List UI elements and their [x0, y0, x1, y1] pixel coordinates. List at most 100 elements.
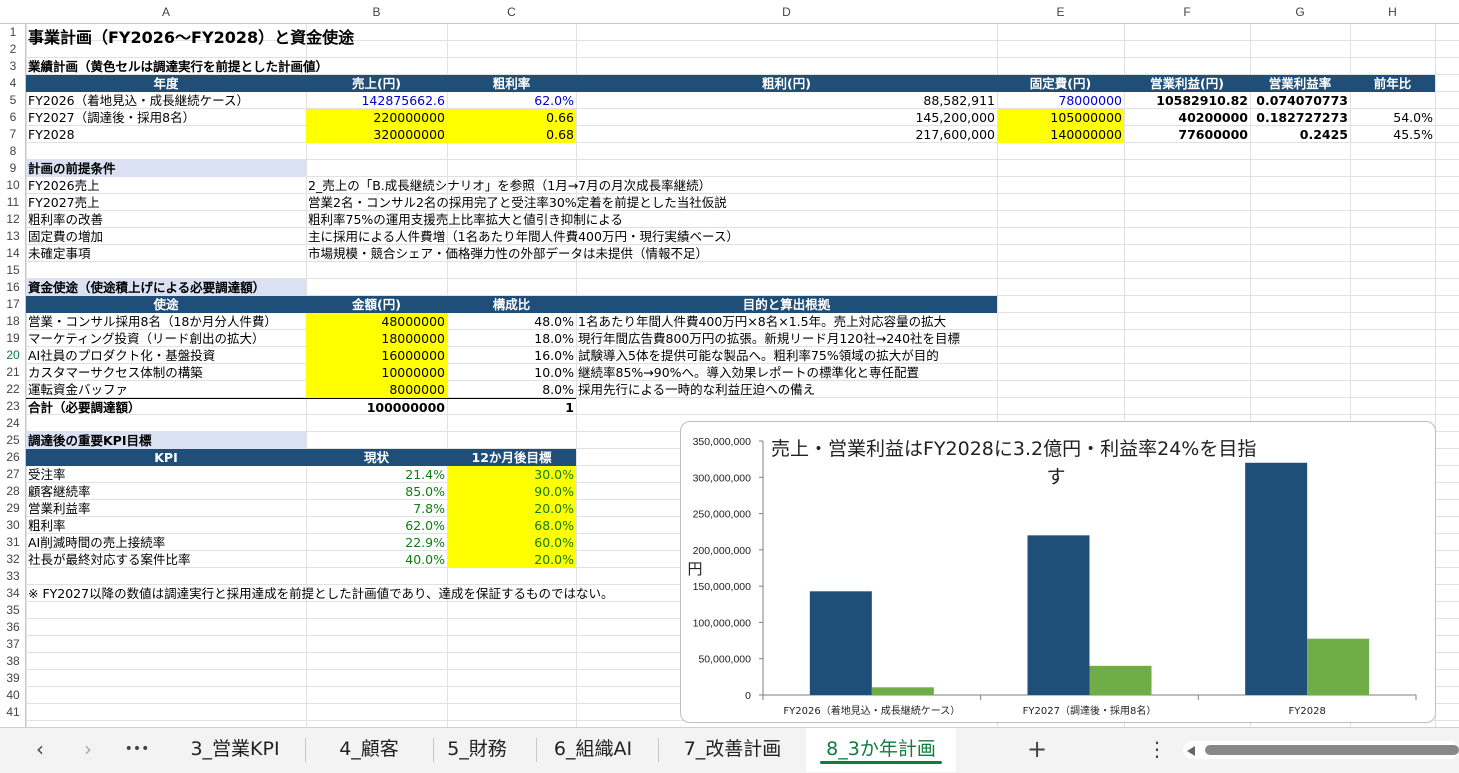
row-header[interactable]: 21 — [0, 364, 26, 381]
premise-label[interactable]: 未確定事項 — [26, 245, 306, 262]
revenue-profit-chart[interactable]: 0 50,000,000 100,000,000 150,000,000 200,000… — [680, 421, 1436, 723]
plan-cell[interactable]: 78000000 — [997, 92, 1124, 109]
funds-amount[interactable]: 8000000 — [306, 381, 447, 398]
column-header[interactable]: G — [1250, 0, 1350, 24]
funds-total-amount[interactable]: 100000000 — [306, 398, 447, 415]
row-header[interactable]: 25 — [0, 432, 26, 449]
column-header[interactable]: A — [26, 0, 306, 24]
funds-purpose[interactable]: 現行年間広告費800万円の拡張。新規リード月120社→240社を目標 — [576, 330, 997, 347]
kpi-current[interactable]: 22.9% — [306, 534, 447, 551]
sheet-title[interactable]: 事業計画（FY2026〜FY2028）と資金使途 — [26, 27, 576, 49]
row-header[interactable]: 18 — [0, 313, 26, 330]
plan-cell[interactable]: 0.2425 — [1250, 126, 1350, 143]
column-header[interactable]: E — [997, 0, 1124, 24]
plan-cell[interactable]: 0.68 — [447, 126, 576, 143]
sheet-tab[interactable]: 8_3か年計画 — [806, 728, 956, 772]
scroll-left-icon[interactable] — [1187, 746, 1195, 756]
kpi-header[interactable]: KPI — [26, 449, 306, 466]
more-sheets-icon[interactable]: ••• — [120, 728, 154, 772]
premise-text[interactable]: 粗利率75%の運用支援売上比率拡大と値引き抑制による — [306, 211, 997, 228]
funds-use[interactable]: 運転資金バッファ — [26, 381, 306, 398]
plan-cell[interactable]: 0.182727273 — [1250, 109, 1350, 126]
row-header[interactable]: 1 — [0, 24, 26, 41]
row-header[interactable]: 6 — [0, 109, 26, 126]
row-header[interactable]: 2 — [0, 41, 26, 58]
funds-ratio[interactable]: 18.0% — [447, 330, 576, 347]
plan-cell[interactable]: 140000000 — [997, 126, 1124, 143]
row-header[interactable]: 38 — [0, 653, 26, 670]
plan-cell[interactable]: 145,200,000 — [576, 109, 997, 126]
row-header[interactable]: 26 — [0, 449, 26, 466]
plan-header[interactable]: 粗利(円) — [576, 75, 997, 92]
row-header[interactable]: 20 — [0, 347, 26, 364]
funds-total-label[interactable]: 合計（必要調達額） — [26, 398, 306, 415]
kpi-current[interactable]: 85.0% — [306, 483, 447, 500]
row-header[interactable]: 10 — [0, 177, 26, 194]
row-header[interactable]: 17 — [0, 296, 26, 313]
row-header[interactable]: 14 — [0, 245, 26, 262]
funds-use[interactable]: AI社員のプロダクト化・基盤投資 — [26, 347, 306, 364]
column-header[interactable]: H — [1350, 0, 1435, 24]
plan-cell[interactable]: 62.0% — [447, 92, 576, 109]
kpi-target[interactable]: 20.0% — [447, 551, 576, 568]
plan-cell[interactable]: 142875662.6 — [306, 92, 447, 109]
sheet-tab[interactable]: 3_営業KPI — [165, 728, 305, 772]
sheet-tab[interactable]: 4_顧客 — [305, 728, 433, 772]
row-header[interactable]: 22 — [0, 381, 26, 398]
kpi-name[interactable]: 社長が最終対応する案件比率 — [26, 551, 306, 568]
row-header[interactable]: 30 — [0, 517, 26, 534]
kpi-name[interactable]: 粗利率 — [26, 517, 306, 534]
kpi-target[interactable]: 68.0% — [447, 517, 576, 534]
funds-purpose[interactable]: 1名あたり年間人件費400万円×8名×1.5年。売上対応容量の拡大 — [576, 313, 997, 330]
funds-ratio[interactable]: 48.0% — [447, 313, 576, 330]
funds-header[interactable]: 使途 — [26, 296, 306, 313]
next-sheet-icon[interactable]: › — [73, 728, 103, 772]
spreadsheet-grid[interactable]: 1 2 3 4 5 6 7 8 9 10 11 12 13 14 15 16 17 18 19 20 21 22 23 24 2… — [0, 0, 1459, 727]
funds-section-title[interactable]: 資金使途（使途積上げによる必要調達額） — [26, 279, 306, 296]
kpi-name[interactable]: AI削減時間の売上接続率 — [26, 534, 306, 551]
plan-header[interactable]: 前年比 — [1350, 75, 1435, 92]
premise-text[interactable]: 営業2名・コンサル2名の採用完了と受注率30%定着を前提とした当社仮説 — [306, 194, 997, 211]
sheet-tab[interactable]: 5_財務 — [418, 728, 536, 772]
kpi-name[interactable]: 顧客継続率 — [26, 483, 306, 500]
sheet-options-icon[interactable]: ⋮ — [1142, 728, 1172, 772]
row-header[interactable]: 3 — [0, 58, 26, 75]
premise-label[interactable]: FY2026売上 — [26, 177, 306, 194]
row-header[interactable]: 13 — [0, 228, 26, 245]
kpi-target[interactable]: 90.0% — [447, 483, 576, 500]
funds-amount[interactable]: 18000000 — [306, 330, 447, 347]
funds-purpose[interactable]: 採用先行による一時的な利益圧迫への備え — [576, 381, 997, 398]
row-header[interactable]: 35 — [0, 602, 26, 619]
row-header[interactable]: 28 — [0, 483, 26, 500]
row-header[interactable]: 31 — [0, 534, 26, 551]
column-header[interactable]: B — [306, 0, 447, 24]
kpi-current[interactable]: 62.0% — [306, 517, 447, 534]
plan-header[interactable]: 営業利益(円) — [1124, 75, 1250, 92]
horizontal-scrollbar[interactable] — [1183, 741, 1459, 759]
plan-cell[interactable]: 220000000 — [306, 109, 447, 126]
premise-label[interactable]: 粗利率の改善 — [26, 211, 306, 228]
plan-header[interactable]: 営業利益率 — [1250, 75, 1350, 92]
plan-cell[interactable]: 54.0% — [1350, 109, 1435, 126]
kpi-current[interactable]: 7.8% — [306, 500, 447, 517]
row-header[interactable]: 11 — [0, 194, 26, 211]
funds-ratio[interactable]: 8.0% — [447, 381, 576, 398]
plan-cell[interactable]: 88,582,911 — [576, 92, 997, 109]
plan-header[interactable]: 粗利率 — [447, 75, 576, 92]
funds-use[interactable]: カスタマーサクセス体制の構築 — [26, 364, 306, 381]
plan-cell[interactable]: 40200000 — [1124, 109, 1250, 126]
funds-use[interactable]: マーケティング投資（リード創出の拡大） — [26, 330, 306, 347]
premise-section-title[interactable]: 計画の前提条件 — [26, 160, 306, 177]
plan-cell[interactable]: 77600000 — [1124, 126, 1250, 143]
plan-cell[interactable]: 10582910.82 — [1124, 92, 1250, 109]
funds-ratio[interactable]: 16.0% — [447, 347, 576, 364]
plan-cell[interactable]: FY2026（着地見込・成長継続ケース） — [26, 92, 306, 109]
premise-text[interactable]: 主に採用による人件費増（1名あたり年間人件費400万円・現行実績ベース） — [306, 228, 997, 245]
prev-sheet-icon[interactable]: ‹ — [25, 728, 55, 772]
plan-cell[interactable]: FY2027（調達後・採用8名） — [26, 109, 306, 126]
kpi-name[interactable]: 営業利益率 — [26, 500, 306, 517]
funds-amount[interactable]: 16000000 — [306, 347, 447, 364]
row-header[interactable]: 19 — [0, 330, 26, 347]
sheet-tab[interactable]: 7_改善計画 — [660, 728, 805, 772]
add-sheet-icon[interactable]: + — [1022, 728, 1052, 772]
